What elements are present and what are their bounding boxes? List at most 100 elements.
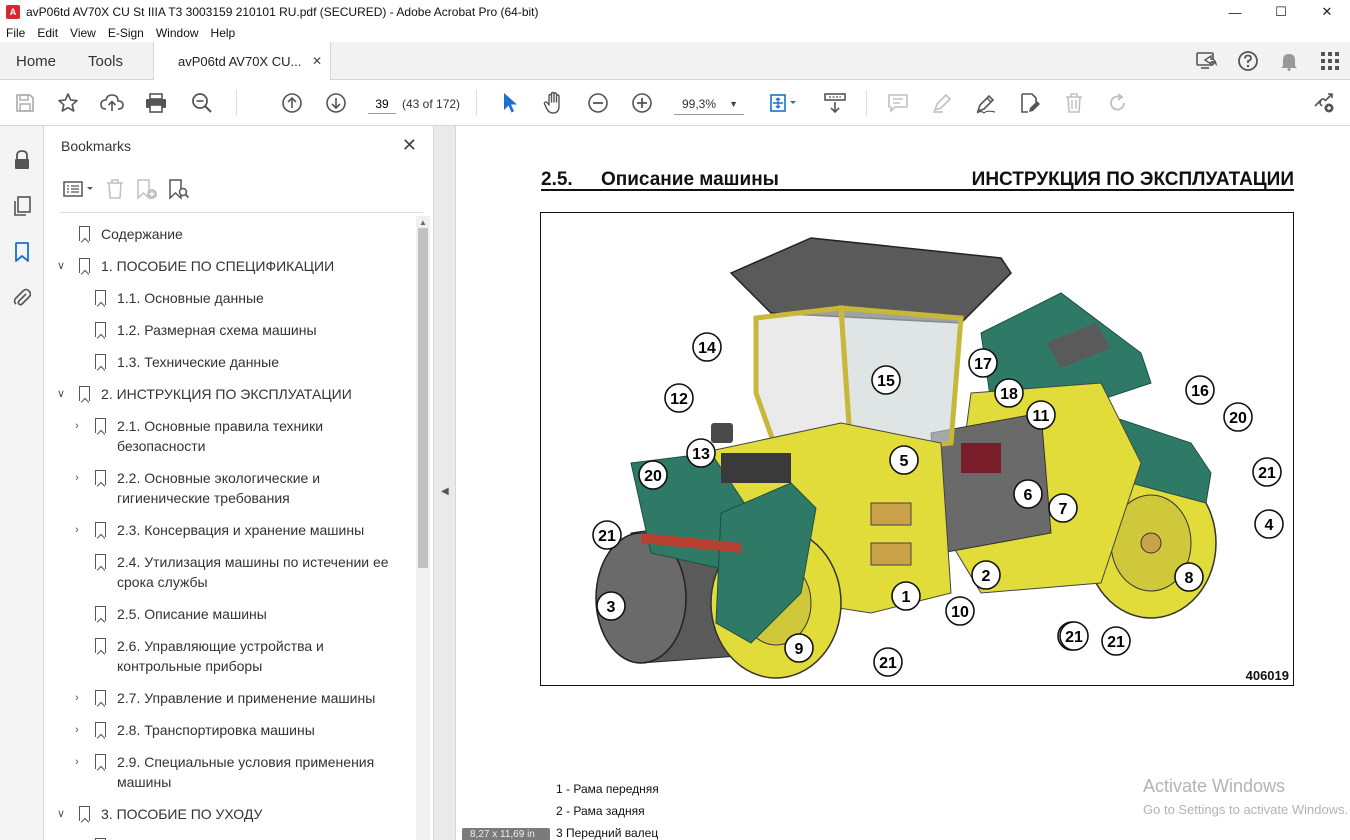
collapse-panel-icon[interactable]: ◀ xyxy=(441,486,449,497)
legend-item: 3 Передний валец xyxy=(556,826,659,840)
page-count-label: (43 of 172) xyxy=(402,97,461,111)
delete-trash-icon[interactable] xyxy=(1060,90,1088,116)
chevron-right-icon[interactable]: › xyxy=(70,836,84,840)
menu-help[interactable]: Help xyxy=(211,26,236,40)
bookmark-item[interactable]: › 2.9. Специальные условия применения маши… xyxy=(44,752,416,792)
zoom-level-dropdown[interactable]: 99,3% ▼ xyxy=(674,93,744,115)
sign-pen-icon[interactable] xyxy=(972,90,1000,116)
bookmark-item[interactable]: › 2.7. Управление и применение машины xyxy=(44,688,416,708)
share-link-icon[interactable] xyxy=(1310,90,1338,116)
bookmark-label-line: 2.5. Описание машины xyxy=(117,606,267,622)
attachments-paperclip-icon[interactable] xyxy=(0,282,44,314)
tab-document[interactable]: avP06td AV70X CU... ✕ xyxy=(153,42,331,81)
bookmark-item[interactable]: ∨ 1. ПОСОБИЕ ПО СПЕЦИФИКАЦИИ xyxy=(44,256,416,276)
bookmark-item[interactable]: › 2.2. Основные экологические и гигиеничес… xyxy=(44,468,416,508)
help-icon[interactable] xyxy=(1227,42,1268,80)
bookmark-item[interactable]: 2.5. Описание машины xyxy=(44,604,416,624)
bookmark-label: 1.3. Технические данные xyxy=(117,352,410,372)
zoom-out-icon[interactable] xyxy=(584,90,612,116)
bookmark-item[interactable]: Содержание xyxy=(44,224,416,244)
bookmark-label-line: контрольные приборы xyxy=(117,658,263,674)
bookmarks-panel-icon[interactable] xyxy=(0,236,44,268)
bookmark-item[interactable]: › 2.1. Основные правила техники безопаснос… xyxy=(44,416,416,456)
scroll-mode-icon[interactable] xyxy=(820,90,850,116)
upload-cloud-icon[interactable] xyxy=(98,90,126,116)
find-bookmark-icon[interactable] xyxy=(164,176,194,202)
callout-1: 1 xyxy=(891,581,921,611)
redo-icon[interactable] xyxy=(1104,90,1132,116)
tab-tools[interactable]: Tools xyxy=(88,53,123,70)
comment-icon[interactable] xyxy=(884,90,912,116)
minimize-button[interactable]: — xyxy=(1212,0,1258,24)
document-viewer[interactable]: 2.5. Описание машины ИНСТРУКЦИЯ ПО ЭКСПЛ… xyxy=(456,126,1350,840)
menu-esign[interactable]: E-Sign xyxy=(108,26,144,40)
scroll-up-icon[interactable]: ▲ xyxy=(416,216,430,228)
bookmark-label: 3.1. Безопасность и другие меры приуходе… xyxy=(117,836,410,840)
chevron-down-icon[interactable]: ∨ xyxy=(54,256,68,276)
bookmark-item[interactable]: 1.2. Размерная схема машины xyxy=(44,320,416,340)
chevron-right-icon[interactable]: › xyxy=(70,520,84,540)
menu-window[interactable]: Window xyxy=(156,26,199,40)
callout-9: 9 xyxy=(784,633,814,663)
chevron-right-icon[interactable]: › xyxy=(70,416,84,436)
title-bar: A avP06td AV70X CU St IIIA T3 3003159 21… xyxy=(0,0,1350,24)
bookmark-options-icon[interactable] xyxy=(60,176,98,202)
callout-number: 20 xyxy=(644,468,662,485)
bookmark-item[interactable]: › 3.1. Безопасность и другие меры приуход… xyxy=(44,836,416,840)
menu-bar: File Edit View E-Sign Window Help xyxy=(0,24,1350,42)
bookmark-star-icon[interactable] xyxy=(54,90,82,116)
page-thumbnails-icon[interactable] xyxy=(0,190,44,222)
bookmark-item[interactable]: 1.1. Основные данные xyxy=(44,288,416,308)
bookmark-item[interactable]: 2.4. Утилизация машины по истечении ее ср… xyxy=(44,552,416,592)
previous-page-icon[interactable] xyxy=(278,90,306,116)
chevron-down-icon[interactable]: ∨ xyxy=(54,384,68,404)
bookmark-item[interactable]: 2.6. Управляющие устройства и контрольные… xyxy=(44,636,416,676)
panel-splitter[interactable]: ◀ xyxy=(434,126,456,840)
chevron-right-icon[interactable]: › xyxy=(70,688,84,708)
menu-file[interactable]: File xyxy=(6,26,25,40)
scrollbar-thumb[interactable] xyxy=(418,228,428,568)
tab-close-icon[interactable]: ✕ xyxy=(312,54,322,68)
bookmark-item[interactable]: › 2.8. Транспортировка машины xyxy=(44,720,416,740)
security-lock-icon[interactable] xyxy=(0,144,44,176)
toolbar-separator xyxy=(476,90,477,116)
new-bookmark-icon[interactable] xyxy=(132,176,162,202)
chevron-right-icon xyxy=(70,604,84,624)
bookmark-item[interactable]: ∨ 3. ПОСОБИЕ ПО УХОДУ xyxy=(44,804,416,824)
save-icon[interactable] xyxy=(11,90,39,116)
apps-grid-icon[interactable] xyxy=(1309,42,1350,80)
callout-number: 10 xyxy=(951,604,969,621)
callout-number: 15 xyxy=(877,373,895,390)
delete-bookmark-icon[interactable] xyxy=(100,176,130,202)
close-window-button[interactable]: ✕ xyxy=(1304,0,1350,24)
notifications-bell-icon[interactable] xyxy=(1268,42,1309,80)
page-fit-icon[interactable] xyxy=(764,90,802,116)
select-cursor-icon[interactable] xyxy=(496,90,524,116)
share-screen-icon[interactable] xyxy=(1186,42,1227,80)
chevron-right-icon[interactable]: › xyxy=(70,752,84,772)
chevron-down-icon[interactable]: ∨ xyxy=(54,804,68,824)
page-size-readout: 8,27 x 11,69 in xyxy=(462,828,550,840)
bookmark-item[interactable]: 1.3. Технические данные xyxy=(44,352,416,372)
bookmark-item[interactable]: ∨ 2. ИНСТРУКЦИЯ ПО ЭКСПЛУАТАЦИИ xyxy=(44,384,416,404)
menu-view[interactable]: View xyxy=(70,26,96,40)
bookmark-label: 2. ИНСТРУКЦИЯ ПО ЭКСПЛУАТАЦИИ xyxy=(101,384,410,404)
callout-number: 5 xyxy=(900,453,909,470)
chevron-right-icon[interactable]: › xyxy=(70,468,84,488)
page-number-input[interactable] xyxy=(368,94,396,114)
hand-tool-icon[interactable] xyxy=(540,90,568,116)
close-panel-icon[interactable]: ✕ xyxy=(402,135,417,156)
zoom-search-icon[interactable] xyxy=(188,90,216,116)
highlight-pen-icon[interactable] xyxy=(928,90,956,116)
bookmark-item[interactable]: › 2.3. Консервация и хранение машины xyxy=(44,520,416,540)
zoom-in-icon[interactable] xyxy=(628,90,656,116)
maximize-button[interactable]: ☐ xyxy=(1258,0,1304,24)
bookmarks-scrollbar[interactable]: ▲ xyxy=(416,216,430,840)
tab-home[interactable]: Home xyxy=(16,53,56,70)
edit-document-icon[interactable] xyxy=(1016,90,1044,116)
print-icon[interactable] xyxy=(142,90,170,116)
next-page-icon[interactable] xyxy=(322,90,350,116)
menu-edit[interactable]: Edit xyxy=(37,26,58,40)
callout-18: 18 xyxy=(994,378,1024,408)
chevron-right-icon[interactable]: › xyxy=(70,720,84,740)
